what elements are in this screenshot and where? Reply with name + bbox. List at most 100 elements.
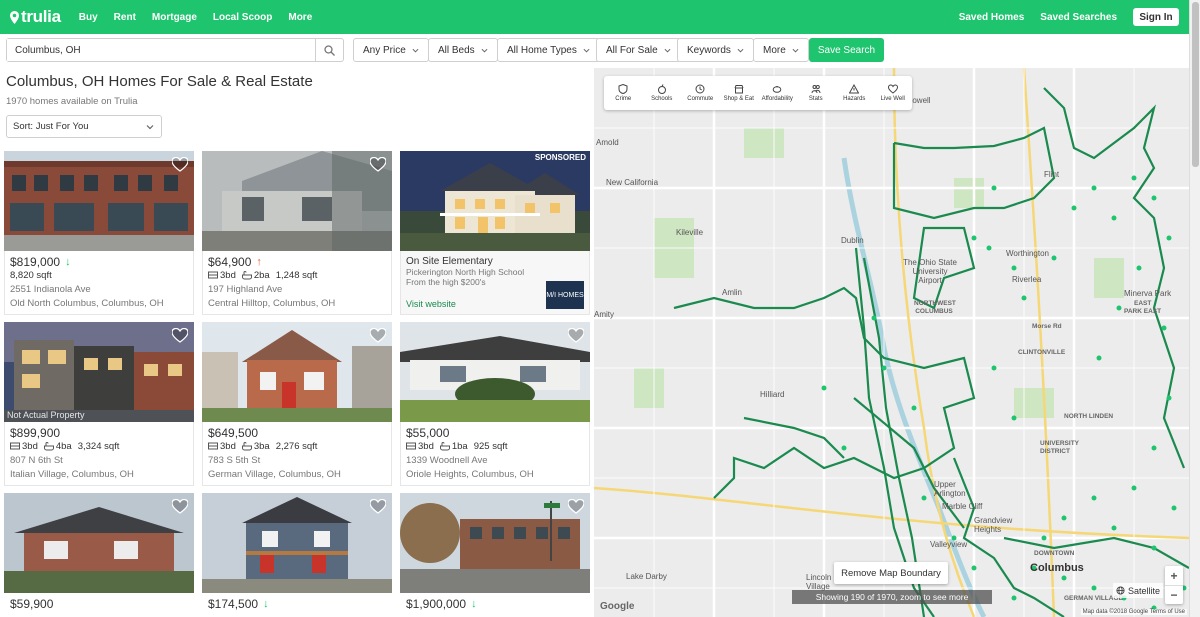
listing-card[interactable]: $1,900,000 ↓ bbox=[400, 493, 590, 617]
listing-photo[interactable] bbox=[400, 493, 590, 593]
listing-card[interactable]: $55,000 3bd 1ba 925 sqft 1339 Woodnell A… bbox=[400, 322, 590, 487]
zoom-out-button[interactable]: − bbox=[1165, 585, 1183, 604]
saved-homes-link[interactable]: Saved Homes bbox=[959, 12, 1025, 23]
overlay-commute[interactable]: Commute bbox=[681, 76, 720, 110]
search-button[interactable] bbox=[315, 39, 343, 61]
map-attribution[interactable]: Map data ©2018 Google Terms of Use bbox=[1080, 609, 1187, 615]
overlay-affordability-label: Affordability bbox=[761, 96, 793, 102]
zoom-in-button[interactable]: + bbox=[1165, 566, 1183, 585]
map-label: Hilliard bbox=[760, 390, 785, 399]
location-pin-icon bbox=[10, 10, 19, 24]
price-down-icon: ↓ bbox=[65, 256, 71, 268]
nav-rent[interactable]: Rent bbox=[114, 12, 136, 23]
nav-more[interactable]: More bbox=[288, 12, 312, 23]
map-label: Amold bbox=[596, 138, 619, 147]
map-label: Lake Darby bbox=[626, 572, 667, 581]
listing-price: $55,000 bbox=[406, 426, 449, 440]
for-sale-filter[interactable]: All For Sale bbox=[596, 38, 681, 62]
more-filter[interactable]: More bbox=[753, 38, 809, 62]
favorite-heart-icon[interactable] bbox=[172, 328, 188, 343]
overlay-schools-label: Schools bbox=[651, 96, 673, 102]
map-label: NORTHWEST COLUMBUS bbox=[914, 300, 956, 315]
map-panel[interactable]: Powell Amold New California Kileville Du… bbox=[594, 68, 1189, 617]
listing-photo[interactable] bbox=[4, 151, 194, 251]
nav-buy[interactable]: Buy bbox=[79, 12, 98, 23]
favorite-heart-icon[interactable] bbox=[568, 328, 584, 343]
keywords-filter[interactable]: Keywords bbox=[677, 38, 754, 62]
price-filter[interactable]: Any Price bbox=[353, 38, 429, 62]
listing-card[interactable]: $64,900 ↑ 3bd 2ba 1,248 sqft 197 Highland… bbox=[202, 151, 392, 316]
visit-website-link[interactable]: Visit website bbox=[406, 299, 456, 309]
home-types-filter-label: All Home Types bbox=[507, 44, 577, 56]
listing-photo[interactable] bbox=[202, 493, 392, 593]
overlay-affordability[interactable]: Affordability bbox=[758, 76, 797, 110]
listing-card[interactable]: $819,000 ↓ 8,820 sqft 2551 Indianola Ave … bbox=[4, 151, 194, 316]
photo-new-build-house bbox=[400, 151, 590, 251]
listing-card[interactable]: Not Actual Property $899,900 3bd 4ba 3,3… bbox=[4, 322, 194, 487]
favorite-heart-icon[interactable] bbox=[172, 499, 188, 514]
saved-searches-link[interactable]: Saved Searches bbox=[1040, 12, 1117, 23]
remove-map-boundary-button[interactable]: Remove Map Boundary bbox=[834, 562, 948, 584]
overlay-stats[interactable]: Stats bbox=[797, 76, 836, 110]
price-down-icon: ↓ bbox=[263, 598, 269, 610]
builder-logo: M/I HOMES bbox=[546, 281, 584, 309]
listing-photo[interactable] bbox=[202, 322, 392, 422]
bath-icon bbox=[241, 271, 252, 280]
price-value: $55,000 bbox=[406, 426, 450, 440]
map-label: Kileville bbox=[676, 228, 704, 237]
location-search-input[interactable] bbox=[7, 39, 315, 61]
sponsored-photo[interactable]: SPONSORED bbox=[400, 151, 590, 251]
nav-mortgage[interactable]: Mortgage bbox=[152, 12, 197, 23]
save-search-button[interactable]: Save Search bbox=[809, 38, 884, 62]
overlay-live-well-label: Live Well bbox=[880, 96, 905, 102]
overlay-shop-eat[interactable]: Shop & Eat bbox=[720, 76, 759, 110]
listing-neighborhood: Old North Columbus, Columbus, OH bbox=[10, 298, 164, 309]
listing-address[interactable]: 1339 Woodnell Ave bbox=[406, 455, 488, 466]
sponsored-card[interactable]: SPONSORED On Site Elementary Pickeringto… bbox=[400, 151, 590, 316]
map-label: New California bbox=[606, 178, 659, 187]
listing-photo[interactable] bbox=[400, 322, 590, 422]
listing-price: $899,900 bbox=[10, 426, 60, 440]
trulia-logo[interactable]: trulia bbox=[10, 7, 61, 27]
overlay-crime-label: Crime bbox=[615, 96, 632, 102]
home-types-filter[interactable]: All Home Types bbox=[497, 38, 600, 62]
scrollbar-thumb[interactable] bbox=[1192, 2, 1199, 167]
favorite-heart-icon[interactable] bbox=[370, 328, 386, 343]
listing-card[interactable]: $174,500 ↓ bbox=[202, 493, 392, 617]
photo-modern-townhomes bbox=[4, 322, 194, 422]
listing-address[interactable]: 783 S 5th St bbox=[208, 455, 260, 466]
listing-price: $64,900 ↑ bbox=[208, 255, 262, 269]
listing-address[interactable]: 2551 Indianola Ave bbox=[10, 284, 91, 295]
baths: 2ba bbox=[253, 270, 270, 281]
bath-icon bbox=[439, 442, 450, 451]
photo-brick-ranch bbox=[4, 493, 194, 593]
favorite-heart-icon[interactable] bbox=[370, 499, 386, 514]
overlay-schools[interactable]: Schools bbox=[643, 76, 682, 110]
sign-in-button[interactable]: Sign In bbox=[1133, 8, 1179, 26]
overlay-crime[interactable]: Crime bbox=[604, 76, 643, 110]
satellite-toggle[interactable]: Satellite bbox=[1112, 583, 1163, 598]
overlay-live-well[interactable]: Live Well bbox=[874, 76, 913, 110]
map-label: DOWNTOWN bbox=[1034, 550, 1075, 557]
sponsored-title: On Site Elementary bbox=[406, 256, 493, 267]
map-label: Valleyview bbox=[930, 540, 968, 549]
favorite-heart-icon[interactable] bbox=[568, 499, 584, 514]
listing-address[interactable]: 807 N 6th St bbox=[10, 455, 63, 466]
map-label: Upper Arlington bbox=[934, 480, 966, 498]
listing-card[interactable]: $59,900 bbox=[4, 493, 194, 617]
nav-local-scoop[interactable]: Local Scoop bbox=[213, 12, 272, 23]
beds-filter[interactable]: All Beds bbox=[428, 38, 498, 62]
overlay-hazards[interactable]: Hazards bbox=[835, 76, 874, 110]
listing-address[interactable]: 197 Highland Ave bbox=[208, 284, 282, 295]
page-scrollbar[interactable] bbox=[1189, 0, 1200, 617]
favorite-heart-icon[interactable] bbox=[172, 157, 188, 172]
sort-select[interactable]: Sort: Just For You bbox=[6, 115, 162, 138]
sqft: 925 sqft bbox=[473, 441, 508, 452]
favorite-heart-icon[interactable] bbox=[370, 157, 386, 172]
listing-photo[interactable]: Not Actual Property bbox=[4, 322, 194, 422]
listing-card[interactable]: $649,500 3bd 3ba 2,276 sqft 783 S 5th St… bbox=[202, 322, 392, 487]
listing-photo[interactable] bbox=[4, 493, 194, 593]
listing-photo[interactable] bbox=[202, 151, 392, 251]
overlay-stats-label: Stats bbox=[808, 96, 823, 102]
listing-neighborhood: Italian Village, Columbus, OH bbox=[10, 469, 134, 480]
